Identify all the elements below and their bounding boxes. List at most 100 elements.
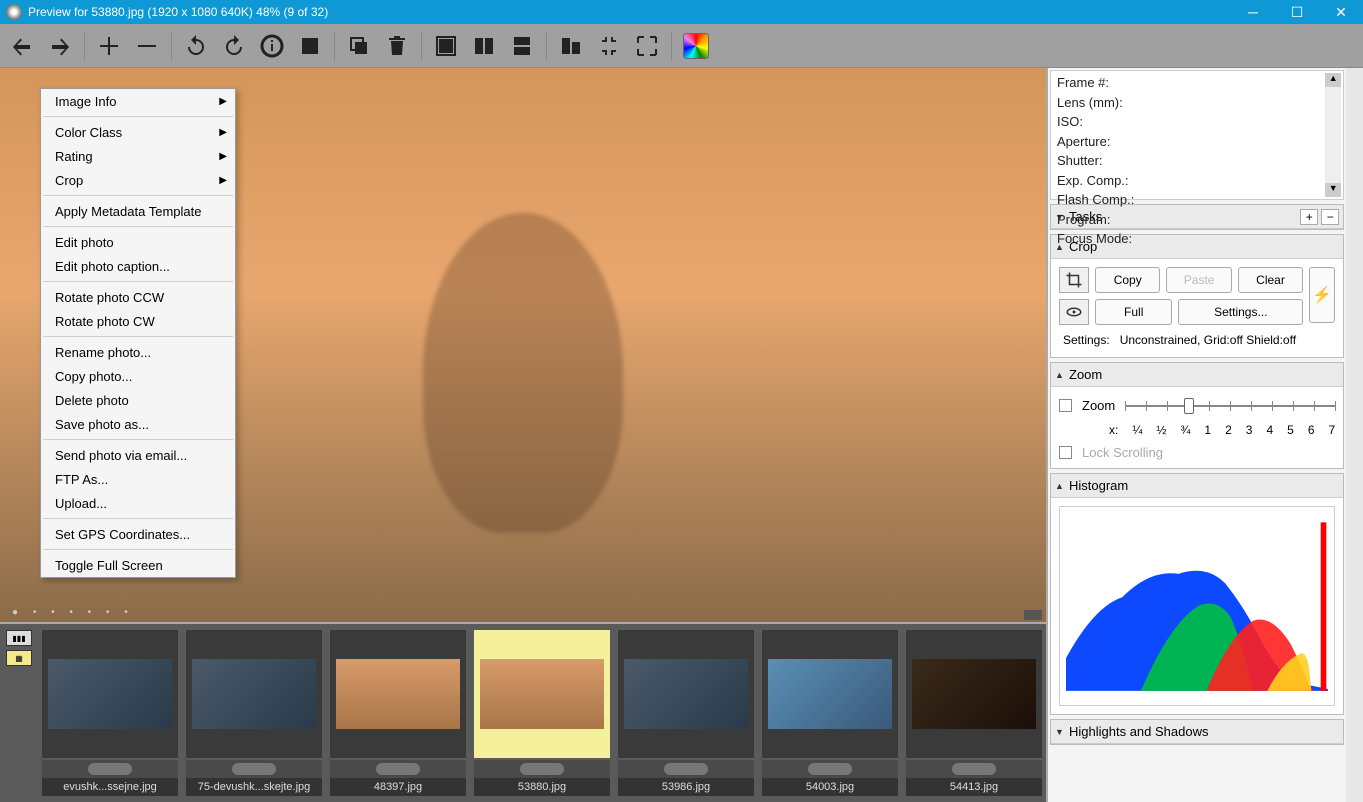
- thumbnail[interactable]: evushk...ssejne.jpg: [42, 630, 178, 798]
- menu-item[interactable]: Save photo as...: [41, 412, 235, 436]
- color-mgmt-button[interactable]: [682, 32, 710, 60]
- histogram-header: Histogram: [1069, 478, 1339, 493]
- thumbnail[interactable]: 48397.jpg: [330, 630, 466, 798]
- minimize-button[interactable]: ─: [1231, 0, 1275, 24]
- thumbnail-caption: 75-devushk...skejte.jpg: [186, 778, 322, 796]
- copy-button[interactable]: [345, 32, 373, 60]
- fullscreen-button[interactable]: [633, 32, 661, 60]
- thumbnail-caption: evushk...ssejne.jpg: [42, 778, 178, 796]
- menu-item[interactable]: Apply Metadata Template: [41, 199, 235, 223]
- title-bar: Preview for 53880.jpg (1920 x 1080 640K)…: [0, 0, 1363, 24]
- crop-settings-label: Settings:: [1063, 333, 1110, 347]
- menu-item[interactable]: Color Class▶: [41, 120, 235, 144]
- zoom-out-button[interactable]: [133, 32, 161, 60]
- chevron-up-icon[interactable]: ▲: [1055, 370, 1069, 380]
- menu-item[interactable]: Delete photo: [41, 388, 235, 412]
- crop-copy-button[interactable]: Copy: [1095, 267, 1160, 293]
- info-button[interactable]: [258, 32, 286, 60]
- back-button[interactable]: [8, 32, 36, 60]
- metadata-panel: Frame #:Lens (mm):ISO:Aperture:Shutter:E…: [1050, 70, 1344, 200]
- metadata-row: Program:: [1057, 210, 1337, 230]
- forward-button[interactable]: [46, 32, 74, 60]
- metadata-row: Exp. Comp.:: [1057, 171, 1337, 191]
- menu-item[interactable]: Rating▶: [41, 144, 235, 168]
- view-single-button[interactable]: [432, 32, 460, 60]
- thumbnail-caption: 53986.jpg: [618, 778, 754, 796]
- thumbnail-caption: 53880.jpg: [474, 778, 610, 796]
- thumbnail-caption: 54413.jpg: [906, 778, 1042, 796]
- eye-icon[interactable]: [1059, 299, 1089, 325]
- sidebar-scrollbar[interactable]: [1346, 68, 1363, 802]
- zoom-mark: ¼: [1132, 423, 1142, 437]
- view-split-v-button[interactable]: [470, 32, 498, 60]
- zoom-mark: ¾: [1180, 423, 1190, 437]
- delete-button[interactable]: [383, 32, 411, 60]
- menu-item[interactable]: Toggle Full Screen: [41, 553, 235, 577]
- view-split-h-button[interactable]: [508, 32, 536, 60]
- zoom-mark: ½: [1156, 423, 1166, 437]
- zoom-mark: 7: [1329, 423, 1336, 437]
- zoom-mark: 4: [1266, 423, 1273, 437]
- crop-settings-button[interactable]: Settings...: [1178, 299, 1303, 325]
- zoom-checkbox[interactable]: [1059, 399, 1072, 412]
- toolbar: [0, 24, 1363, 68]
- menu-item[interactable]: Rotate photo CCW: [41, 285, 235, 309]
- zoom-section: ▲ Zoom Zoom x:¼½¾12345678 Lock Scrolling: [1050, 362, 1344, 469]
- thumbnail[interactable]: 53880.jpg: [474, 630, 610, 798]
- menu-item[interactable]: FTP As...: [41, 467, 235, 491]
- zoom-mark: 2: [1225, 423, 1232, 437]
- maximize-button[interactable]: ☐: [1275, 0, 1319, 24]
- tag-button[interactable]: [296, 32, 324, 60]
- menu-item[interactable]: Rotate photo CW: [41, 309, 235, 333]
- menu-item[interactable]: Upload...: [41, 491, 235, 515]
- meta-scroll-up[interactable]: ▲: [1325, 73, 1341, 87]
- rotate-cw-button[interactable]: [220, 32, 248, 60]
- chevron-up-icon[interactable]: ▲: [1055, 481, 1069, 491]
- histogram-chart: [1059, 506, 1335, 706]
- metadata-row: Frame #:: [1057, 73, 1337, 93]
- metadata-row: Lens (mm):: [1057, 93, 1337, 113]
- menu-item[interactable]: Copy photo...: [41, 364, 235, 388]
- lock-scroll-label: Lock Scrolling: [1082, 445, 1163, 460]
- metadata-row: Aperture:: [1057, 132, 1337, 152]
- thumbnail[interactable]: 54003.jpg: [762, 630, 898, 798]
- crop-full-button[interactable]: Full: [1095, 299, 1172, 325]
- shrink-button[interactable]: [595, 32, 623, 60]
- close-button[interactable]: ✕: [1319, 0, 1363, 24]
- strip-view-grid[interactable]: ▦: [6, 650, 32, 666]
- app-icon: [6, 4, 22, 20]
- menu-item[interactable]: Crop▶: [41, 168, 235, 192]
- menu-item[interactable]: Edit photo: [41, 230, 235, 254]
- lock-scroll-checkbox[interactable]: [1059, 446, 1072, 459]
- side-panel: Frame #:Lens (mm):ISO:Aperture:Shutter:E…: [1048, 68, 1346, 802]
- window-title: Preview for 53880.jpg (1920 x 1080 640K)…: [28, 5, 1231, 19]
- rotate-ccw-button[interactable]: [182, 32, 210, 60]
- metadata-row: Shutter:: [1057, 151, 1337, 171]
- chevron-down-icon[interactable]: ▼: [1055, 727, 1069, 737]
- metadata-row: ISO:: [1057, 112, 1337, 132]
- zoom-checkbox-label: Zoom: [1082, 398, 1115, 413]
- quick-crop-button[interactable]: ⚡: [1309, 267, 1335, 323]
- strip-view-filmstrip[interactable]: ▮▮▮: [6, 630, 32, 646]
- menu-item[interactable]: Set GPS Coordinates...: [41, 522, 235, 546]
- crop-settings-value: Unconstrained, Grid:off Shield:off: [1120, 333, 1296, 347]
- histogram-section: ▲ Histogram: [1050, 473, 1344, 715]
- zoom-in-button[interactable]: [95, 32, 123, 60]
- menu-item[interactable]: Rename photo...: [41, 340, 235, 364]
- fit-button[interactable]: [557, 32, 585, 60]
- crop-tool-icon[interactable]: [1059, 267, 1089, 293]
- menu-item[interactable]: Edit photo caption...: [41, 254, 235, 278]
- meta-scroll-down[interactable]: ▼: [1325, 183, 1341, 197]
- thumbnail-caption: 54003.jpg: [762, 778, 898, 796]
- crop-paste-button[interactable]: Paste: [1166, 267, 1231, 293]
- thumbnail[interactable]: 75-devushk...skejte.jpg: [186, 630, 322, 798]
- menu-item[interactable]: Image Info▶: [41, 89, 235, 113]
- metadata-row: Flash Comp.:: [1057, 190, 1337, 210]
- zoom-mark: 1: [1204, 423, 1211, 437]
- menu-item[interactable]: Send photo via email...: [41, 443, 235, 467]
- zoom-slider[interactable]: [1125, 395, 1335, 415]
- crop-section: ▲ Crop Copy Paste Clear Full: [1050, 234, 1344, 358]
- thumbnail[interactable]: 53986.jpg: [618, 630, 754, 798]
- thumbnail[interactable]: 54413.jpg: [906, 630, 1042, 798]
- crop-clear-button[interactable]: Clear: [1238, 267, 1303, 293]
